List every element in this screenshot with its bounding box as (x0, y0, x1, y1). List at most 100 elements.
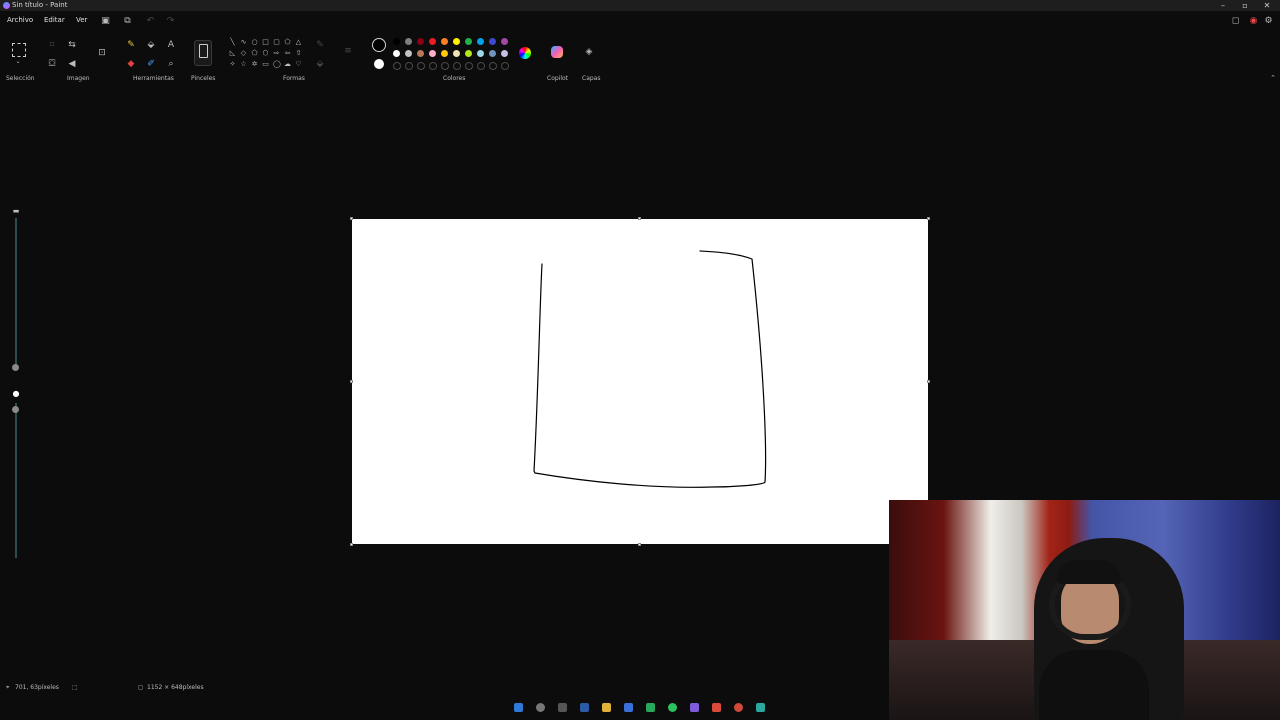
shape-size-icon[interactable]: ≡ (343, 46, 353, 56)
resize-icon[interactable]: ⇆ (67, 40, 77, 50)
color-picker-icon[interactable]: ✐ (146, 59, 156, 69)
start-icon[interactable] (514, 703, 523, 712)
pentagon-shape-icon[interactable]: ⬠ (251, 50, 258, 57)
collapse-ribbon-icon[interactable]: ⌃ (1268, 73, 1278, 83)
widgets-icon[interactable] (580, 703, 589, 712)
notifications-icon[interactable]: ◻ (1231, 17, 1240, 26)
app-purple-icon[interactable] (690, 703, 699, 712)
menu-edit[interactable]: Editar (44, 16, 65, 24)
color-swatch[interactable] (417, 50, 424, 57)
color-swatch[interactable] (477, 50, 484, 57)
color-swatch[interactable] (393, 38, 400, 45)
image-select-icon[interactable]: ⊡ (97, 48, 107, 58)
brush-size-knob[interactable] (12, 364, 19, 371)
oval-shape-icon[interactable]: ○ (251, 39, 258, 46)
custom-color-slot[interactable] (417, 62, 425, 70)
custom-color-slot[interactable] (453, 62, 461, 70)
maximize-icon[interactable]: ▫ (1234, 0, 1256, 11)
spotify-icon[interactable] (668, 703, 677, 712)
remove-background-icon[interactable]: ⛋ (47, 59, 57, 69)
custom-color-slot[interactable] (393, 62, 401, 70)
rectangle-shape-icon[interactable]: □ (262, 39, 269, 46)
opacity-knob[interactable] (12, 406, 19, 413)
color-swatch[interactable] (453, 50, 460, 57)
color-swatch[interactable] (477, 38, 484, 45)
up-arrow-shape-icon[interactable]: ⇧ (295, 50, 302, 57)
color-swatch[interactable] (441, 50, 448, 57)
color-swatch[interactable] (465, 50, 472, 57)
resize-handle-r[interactable] (927, 380, 930, 383)
app-green-icon[interactable] (646, 703, 655, 712)
custom-color-slot[interactable] (501, 62, 509, 70)
five-point-star-icon[interactable]: ☆ (240, 61, 247, 68)
search-icon[interactable] (536, 703, 545, 712)
diamond-shape-icon[interactable]: ◇ (240, 50, 247, 57)
fill-icon[interactable]: ⬙ (146, 40, 156, 50)
task-view-icon[interactable] (558, 703, 567, 712)
resize-handle-bl[interactable] (350, 543, 353, 546)
file-explorer-icon[interactable] (602, 703, 611, 712)
color-swatch[interactable] (465, 38, 472, 45)
store-icon[interactable] (624, 703, 633, 712)
rotate-icon[interactable]: ◀ (67, 59, 77, 69)
color-swatch[interactable] (489, 38, 496, 45)
color-swatch[interactable] (489, 50, 496, 57)
undo-icon[interactable]: ↶ (146, 17, 155, 26)
redo-icon[interactable]: ↷ (166, 17, 175, 26)
resize-handle-l[interactable] (350, 380, 353, 383)
resize-handle-t[interactable] (638, 217, 641, 220)
menu-file[interactable]: Archivo (7, 16, 33, 24)
eraser-icon[interactable]: ◆ (126, 59, 136, 69)
color-swatch[interactable] (429, 38, 436, 45)
callout-oval-icon[interactable]: ◯ (273, 61, 281, 68)
six-point-star-icon[interactable]: ✡ (251, 61, 258, 68)
four-point-star-icon[interactable]: ✧ (229, 61, 236, 68)
account-icon[interactable]: ◉ (1249, 17, 1258, 26)
resize-handle-b[interactable] (638, 543, 641, 546)
callout-cloud-icon[interactable]: ☁ (284, 61, 291, 68)
selection-tool-icon[interactable] (12, 43, 26, 57)
color-swatch[interactable] (501, 38, 508, 45)
polygon-shape-icon[interactable]: ⬠ (284, 39, 291, 46)
resize-handle-tl[interactable] (350, 217, 353, 220)
right-triangle-shape-icon[interactable]: ◺ (229, 50, 236, 57)
heart-shape-icon[interactable]: ♡ (295, 61, 302, 68)
custom-color-slot[interactable] (477, 62, 485, 70)
custom-color-slot[interactable] (441, 62, 449, 70)
custom-color-slot[interactable] (465, 62, 473, 70)
selection-dropdown-icon[interactable]: ⌄ (13, 57, 23, 67)
text-icon[interactable]: A (166, 40, 176, 50)
color-swatch[interactable] (453, 38, 460, 45)
edit-colors-icon[interactable] (519, 47, 531, 59)
settings-gear-icon[interactable]: ⚙ (1264, 17, 1273, 26)
color-swatch[interactable] (501, 50, 508, 57)
color-swatch[interactable] (441, 38, 448, 45)
secondary-color[interactable] (374, 59, 384, 69)
shape-outline-icon[interactable]: ✎ (315, 40, 325, 50)
line-shape-icon[interactable]: ╲ (229, 39, 236, 46)
pencil-icon[interactable]: ✎ (126, 40, 136, 50)
chrome-icon[interactable] (734, 703, 743, 712)
save-icon[interactable]: ▣ (101, 17, 110, 26)
rounded-rectangle-shape-icon[interactable]: ▢ (273, 39, 280, 46)
color-swatch[interactable] (405, 50, 412, 57)
curve-shape-icon[interactable]: ∿ (240, 39, 247, 46)
left-arrow-shape-icon[interactable]: ⇦ (284, 50, 291, 57)
resize-handle-tr[interactable] (927, 217, 930, 220)
color-swatch[interactable] (405, 38, 412, 45)
crop-icon[interactable]: ⌗ (47, 40, 57, 50)
menu-view[interactable]: Ver (76, 16, 87, 24)
shapes-gallery[interactable]: ╲ ∿ ○ □ ▢ ⬠ △ ◺ ◇ ⬠ ⬡ ⇨ ⇦ ⇧ ✧ ☆ ✡ ▭ ◯ ☁ … (226, 37, 306, 73)
close-icon[interactable]: ✕ (1256, 0, 1278, 11)
hexagon-shape-icon[interactable]: ⬡ (262, 50, 269, 57)
color-swatch[interactable] (417, 38, 424, 45)
magnifier-icon[interactable]: ⌕ (166, 59, 176, 69)
layers-icon[interactable]: ◈ (584, 47, 594, 57)
paint-taskbar-icon[interactable] (756, 703, 765, 712)
brushes-button[interactable] (194, 40, 212, 66)
share-icon[interactable]: ⧉ (123, 17, 132, 26)
drawing-canvas[interactable] (352, 219, 928, 544)
minimize-icon[interactable]: – (1212, 0, 1234, 11)
callout-rect-icon[interactable]: ▭ (262, 61, 269, 68)
custom-color-slot[interactable] (489, 62, 497, 70)
